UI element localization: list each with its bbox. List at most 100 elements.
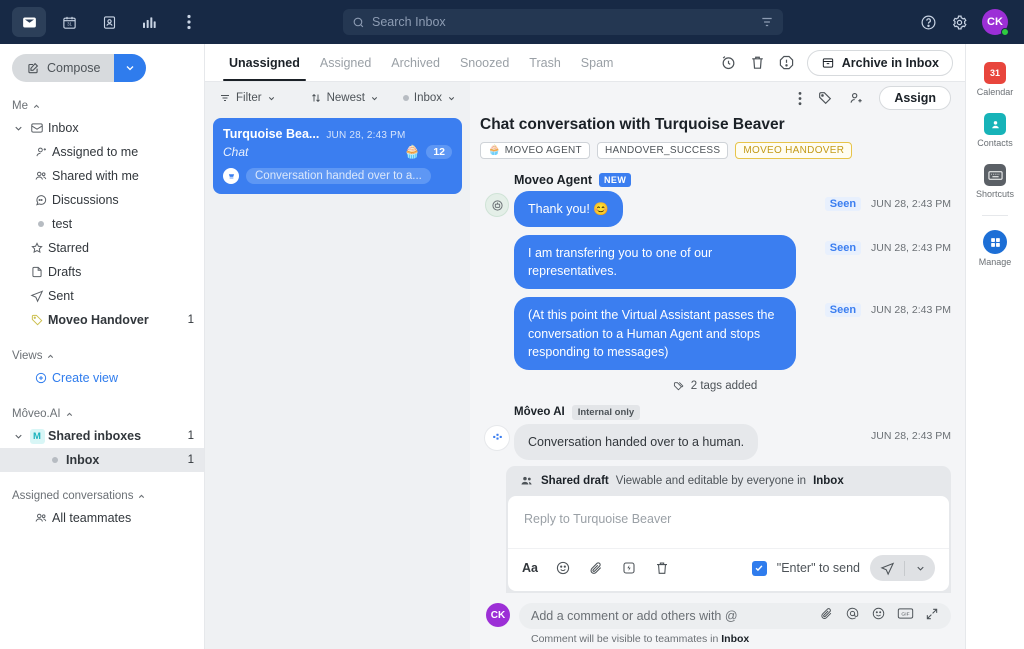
- sidebar-item-drafts[interactable]: Drafts: [0, 260, 204, 284]
- tag-moveo-agent[interactable]: 🧁 MOVEO AGENT: [480, 142, 590, 159]
- reply-input[interactable]: Reply to Turquoise Beaver: [508, 496, 949, 548]
- people-icon: [30, 511, 52, 525]
- enter-to-send-checkbox[interactable]: [751, 560, 767, 576]
- tab-unassigned[interactable]: Unassigned: [219, 44, 310, 81]
- help-circle-icon[interactable]: [920, 14, 937, 31]
- tab-archived[interactable]: Archived: [381, 44, 450, 81]
- text-format-icon[interactable]: Aa: [522, 561, 538, 575]
- send-options-icon[interactable]: [905, 563, 935, 574]
- sidebar-item-sent[interactable]: Sent: [0, 284, 204, 308]
- compose-main[interactable]: Compose: [12, 54, 114, 82]
- sidebar-item-shared-with-me[interactable]: Shared with me: [0, 164, 204, 188]
- keyboard-icon: [984, 164, 1006, 186]
- alert-octagon-icon[interactable]: [778, 54, 795, 71]
- sidebar-item-moveo-inbox[interactable]: Inbox 1: [0, 448, 204, 472]
- sidebar-item-starred[interactable]: Starred: [0, 236, 204, 260]
- rail-item-shortcuts[interactable]: Shortcuts: [966, 158, 1024, 207]
- avatar-slot: [480, 297, 514, 299]
- user-avatar[interactable]: CK: [982, 9, 1009, 36]
- sidebar-item-inbox[interactable]: Inbox: [0, 116, 204, 140]
- gear-icon[interactable]: [951, 14, 968, 31]
- left-sidebar: Compose Me Inbox Assigned to me Shared w…: [0, 44, 205, 649]
- message-row: Thank you! 😊 Seen JUN 28, 2:43 PM: [480, 191, 951, 228]
- attachment-icon[interactable]: [819, 606, 834, 626]
- m-badge-icon: M: [26, 428, 48, 444]
- conversation-contact-name: Turquoise Bea...: [223, 127, 320, 141]
- archive-in-inbox-button[interactable]: Archive in Inbox: [806, 49, 953, 76]
- conversation-preview-row: Conversation handed over to a...: [223, 168, 452, 184]
- bot-avatar-icon: [223, 168, 239, 184]
- sidebar-group-views[interactable]: Views: [0, 344, 204, 366]
- send-icon[interactable]: [870, 561, 904, 576]
- sidebar-item-assigned-to-me[interactable]: Assigned to me: [0, 140, 204, 164]
- sidebar-item-shared-inboxes[interactable]: M Shared inboxes 1: [0, 424, 204, 448]
- more-vertical-icon[interactable]: [798, 91, 802, 106]
- delete-draft-icon[interactable]: [654, 560, 670, 576]
- tag-moveo-handover[interactable]: MOVEO HANDOVER: [735, 142, 853, 159]
- tab-label: Spam: [580, 55, 614, 70]
- filter-button[interactable]: Filter: [213, 90, 282, 106]
- conversation-meta-row: Chat 🧁 12: [223, 144, 452, 160]
- message-status: Seen: [824, 197, 862, 211]
- rail-item-calendar[interactable]: 31 Calendar: [966, 56, 1024, 105]
- compose-button[interactable]: Compose: [12, 54, 146, 82]
- sidebar-group-assigned-conversations[interactable]: Assigned conversations: [0, 484, 204, 506]
- clock-snooze-icon[interactable]: [720, 54, 737, 71]
- conversation-list-item[interactable]: Turquoise Bea... JUN 28, 2:43 PM Chat 🧁 …: [213, 118, 462, 194]
- calendar-day-number: 31: [989, 68, 1000, 78]
- rail-item-contacts[interactable]: Contacts: [966, 107, 1024, 156]
- calendar-app-icon[interactable]: 31: [52, 7, 86, 37]
- shared-draft-note: Viewable and editable by everyone in: [615, 475, 807, 487]
- attachment-icon[interactable]: [588, 560, 604, 576]
- tab-trash[interactable]: Trash: [519, 44, 571, 81]
- sidebar-item-all-teammates[interactable]: All teammates: [0, 506, 204, 530]
- rail-item-manage[interactable]: Manage: [966, 224, 1024, 275]
- bot-avatar-icon: [485, 193, 509, 217]
- svg-text:GIF: GIF: [901, 611, 909, 617]
- gif-icon[interactable]: GIF: [897, 606, 914, 626]
- tag-handover-success[interactable]: HANDOVER_SUCCESS: [596, 142, 729, 159]
- filter-icon[interactable]: [760, 15, 774, 29]
- emoji-icon[interactable]: [871, 606, 886, 626]
- sidebar-group-me[interactable]: Me: [0, 94, 204, 116]
- sidebar-item-create-view[interactable]: Create view: [0, 366, 204, 390]
- thread-scroll[interactable]: Chat conversation with Turquoise Beaver …: [470, 114, 965, 466]
- assign-button[interactable]: Assign: [879, 86, 951, 110]
- composer-send-region: "Enter" to send: [751, 555, 935, 581]
- tag-icon[interactable]: [817, 90, 833, 106]
- add-person-icon[interactable]: [848, 90, 864, 106]
- more-options-icon[interactable]: [172, 7, 206, 37]
- status-badge: NEW: [599, 173, 632, 187]
- sidebar-item-count: 1: [187, 314, 194, 326]
- sidebar-item-label: Starred: [48, 241, 89, 255]
- tab-spam[interactable]: Spam: [571, 44, 624, 81]
- chevron-up-icon: [139, 494, 145, 498]
- inbox-app-icon[interactable]: [12, 7, 46, 37]
- trash-icon[interactable]: [749, 54, 766, 71]
- message-meta: Seen JUN 28, 2:43 PM: [824, 191, 951, 211]
- sidebar-group-moveo-ai[interactable]: Môveo.AI: [0, 402, 204, 424]
- chevron-down-icon[interactable]: [10, 123, 26, 134]
- expand-icon[interactable]: [925, 607, 939, 626]
- chevron-up-icon: [66, 412, 72, 416]
- scope-button[interactable]: Inbox: [397, 90, 462, 106]
- comment-input[interactable]: Add a comment or add others with @ GIF: [519, 603, 951, 629]
- chevron-up-icon: [48, 354, 54, 358]
- people-icon: [30, 169, 52, 183]
- sidebar-item-test[interactable]: test: [0, 212, 204, 236]
- quick-reply-icon[interactable]: [621, 560, 637, 576]
- sidebar-item-moveo-handover[interactable]: Moveo Handover 1: [0, 308, 204, 332]
- compose-dropdown-button[interactable]: [113, 54, 146, 82]
- emoji-icon[interactable]: [555, 560, 571, 576]
- tab-snoozed[interactable]: Snoozed: [450, 44, 519, 81]
- rail-item-label: Manage: [978, 257, 1012, 267]
- message-meta: JUN 28, 2:43 PM: [871, 424, 951, 442]
- analytics-app-icon[interactable]: [132, 7, 166, 37]
- contacts-app-icon[interactable]: [92, 7, 126, 37]
- tab-assigned[interactable]: Assigned: [310, 44, 381, 81]
- sidebar-item-discussions[interactable]: Discussions: [0, 188, 204, 212]
- chevron-down-icon[interactable]: [10, 431, 26, 442]
- search-input[interactable]: Search Inbox: [343, 9, 783, 35]
- mention-icon[interactable]: [845, 606, 860, 626]
- sort-button[interactable]: Newest: [304, 90, 385, 106]
